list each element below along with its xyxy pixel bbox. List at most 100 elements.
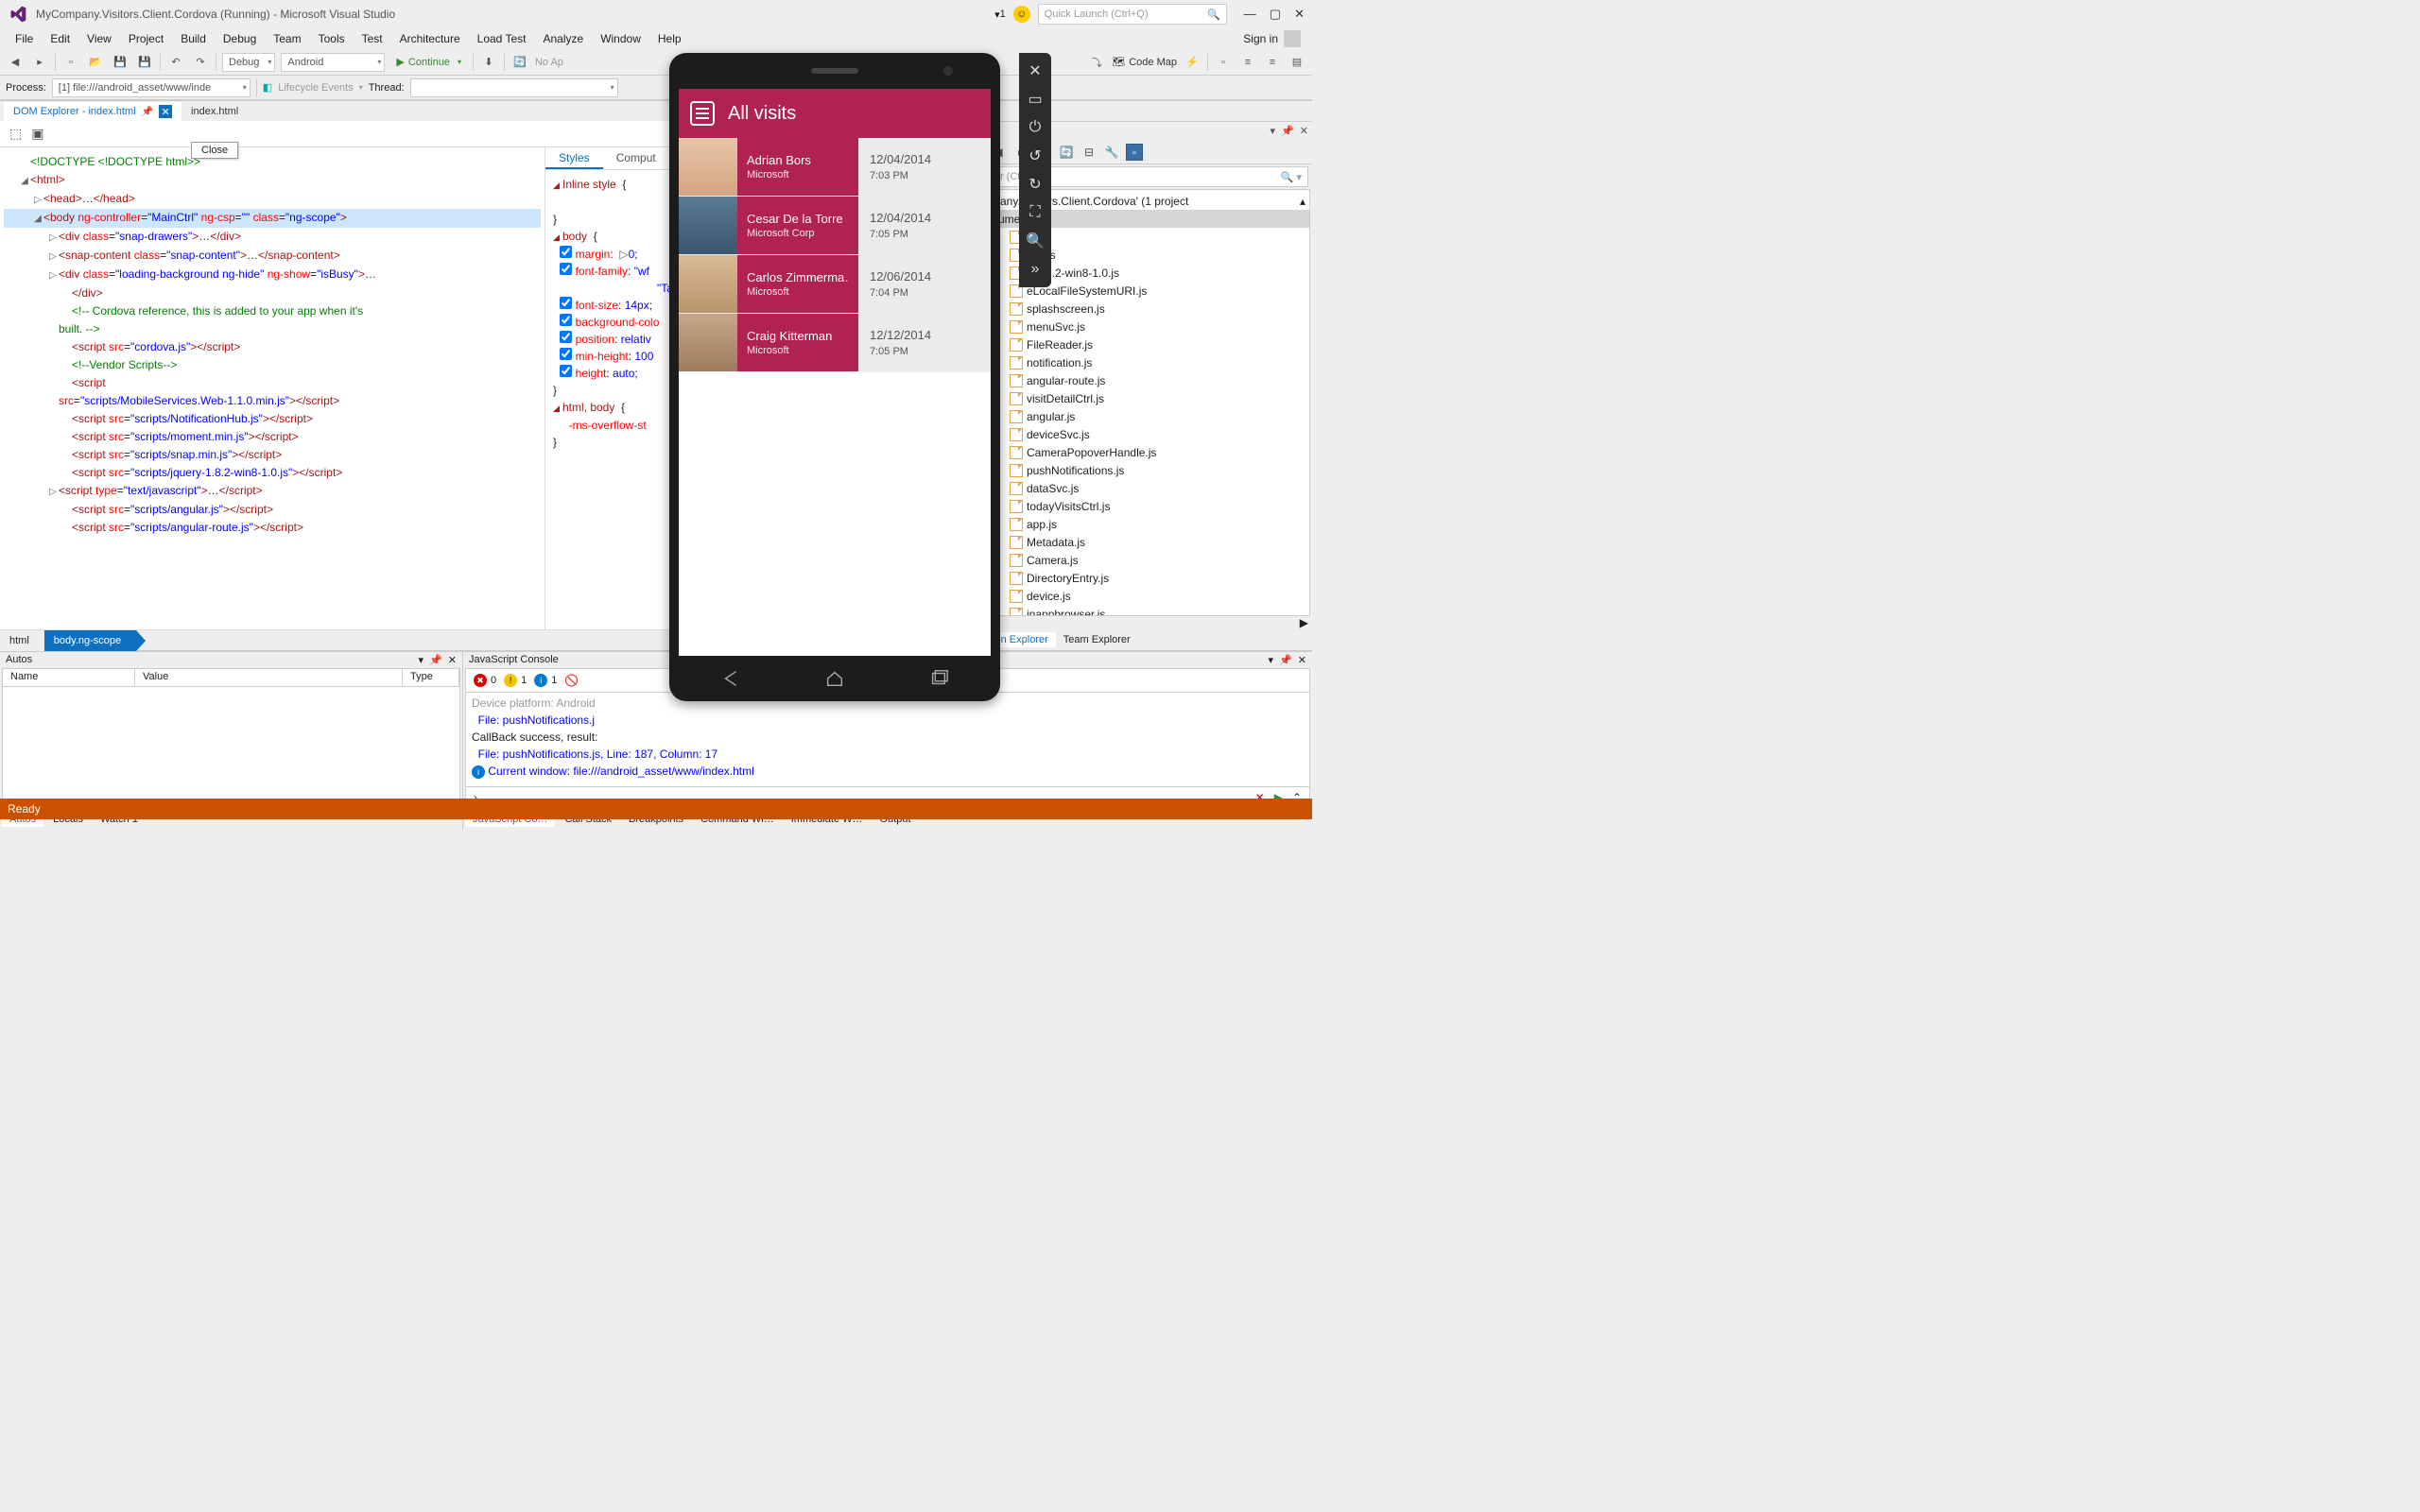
visit-row[interactable]: Cesar De la TorreMicrosoft Corp12/04/201… xyxy=(679,197,991,255)
file-item[interactable]: Camera.js xyxy=(964,551,1309,569)
file-item[interactable]: todayVisitsCtrl.js xyxy=(964,497,1309,515)
emu-zoom-icon[interactable]: 🔍 xyxy=(1019,227,1051,255)
menu-test[interactable]: Test xyxy=(354,30,390,47)
emu-rotate-left-icon[interactable]: ↺ xyxy=(1019,142,1051,170)
file-item[interactable]: app.js xyxy=(964,515,1309,533)
file-item[interactable]: pushNotifications.js xyxy=(964,461,1309,479)
select-element-icon[interactable]: ⬚ xyxy=(9,126,22,142)
autos-body[interactable] xyxy=(2,687,460,807)
emu-close-icon[interactable]: ✕ xyxy=(1019,57,1051,85)
solution-tree[interactable]: Company.Visitors.Client.Cordova' (1 proj… xyxy=(963,189,1310,616)
new-item-icon[interactable]: ▫ xyxy=(61,53,80,72)
tb-icon-4[interactable]: ≡ xyxy=(1263,53,1282,72)
file-item[interactable]: Metadata.js xyxy=(964,533,1309,551)
menu-project[interactable]: Project xyxy=(121,30,171,47)
dropdown-icon[interactable]: ▾ xyxy=(1270,125,1276,137)
file-item[interactable]: va.js xyxy=(964,228,1309,246)
quick-launch-input[interactable]: Quick Launch (Ctrl+Q)🔍 xyxy=(1038,4,1227,25)
forward-icon[interactable]: ▸ xyxy=(30,53,49,72)
emu-rotate-right-icon[interactable]: ↻ xyxy=(1019,170,1051,198)
restore-button[interactable]: ▢ xyxy=(1270,7,1281,22)
close-icon[interactable]: ✕ xyxy=(1300,125,1308,137)
sol-collapse-icon[interactable]: ⊟ xyxy=(1080,144,1098,161)
tb-icon-1[interactable]: ⚡ xyxy=(1183,53,1201,72)
scroll-right-icon[interactable]: ▶ xyxy=(1300,616,1308,629)
visit-row[interactable]: Craig KittermanMicrosoft12/12/20147:05 P… xyxy=(679,314,991,372)
file-item[interactable]: visitDetailCtrl.js xyxy=(964,389,1309,407)
info-badge[interactable]: i1 xyxy=(534,674,557,687)
continue-button[interactable]: ▶Continue▾ xyxy=(390,56,467,68)
android-emulator[interactable]: All visits Adrian BorsMicrosoft12/04/201… xyxy=(669,53,1000,701)
config-dropdown[interactable]: Debug xyxy=(222,53,275,72)
tb-icon-3[interactable]: ≡ xyxy=(1238,53,1257,72)
menu-tools[interactable]: Tools xyxy=(311,30,353,47)
warning-badge[interactable]: !1 xyxy=(504,674,527,687)
undo-icon[interactable]: ↶ xyxy=(166,53,185,72)
emu-more-icon[interactable]: » xyxy=(1019,255,1051,284)
file-item[interactable]: eLocalFileSystemURI.js xyxy=(964,282,1309,300)
notifications-flag[interactable]: ▾1 xyxy=(994,9,1006,21)
file-item[interactable]: FileReader.js xyxy=(964,335,1309,353)
menu-build[interactable]: Build xyxy=(173,30,214,47)
pin-icon[interactable]: 📌 xyxy=(429,654,442,666)
lifecycle-icon[interactable]: ◧ xyxy=(263,81,272,94)
file-item[interactable]: inappbrowser.js xyxy=(964,605,1309,616)
code-map-button[interactable]: 🗺Code Map xyxy=(1112,56,1177,68)
menu-edit[interactable]: Edit xyxy=(43,30,78,47)
step-into-icon[interactable]: ⤵ xyxy=(1087,53,1106,72)
tab-computed[interactable]: Comput xyxy=(603,147,669,169)
breadcrumb-html[interactable]: html xyxy=(0,630,44,651)
minimize-button[interactable]: — xyxy=(1244,7,1256,22)
hamburger-icon[interactable] xyxy=(690,101,715,126)
pin-icon[interactable]: 📌 xyxy=(1281,125,1294,137)
user-avatar-icon[interactable] xyxy=(1284,30,1301,47)
sol-refresh-icon[interactable]: 🔄 xyxy=(1058,144,1075,161)
menu-window[interactable]: Window xyxy=(593,30,648,47)
sol-view-icon[interactable]: ▫ xyxy=(1126,144,1143,161)
pin-icon[interactable]: 📌 xyxy=(142,107,153,117)
menu-file[interactable]: File xyxy=(8,30,41,47)
menu-analyze[interactable]: Analyze xyxy=(535,30,591,47)
open-icon[interactable]: 📂 xyxy=(86,53,105,72)
file-item[interactable]: notification.js xyxy=(964,353,1309,371)
pin-icon[interactable]: 📌 xyxy=(1279,654,1292,666)
emu-power-icon[interactable]: ⏻ xyxy=(1019,113,1051,142)
file-item[interactable]: deviceSvc.js xyxy=(964,425,1309,443)
menu-view[interactable]: View xyxy=(79,30,119,47)
back-icon[interactable] xyxy=(720,668,741,689)
emu-fit-icon[interactable]: ⛶ xyxy=(1019,198,1051,227)
tab-styles[interactable]: Styles xyxy=(545,147,603,169)
home-icon[interactable] xyxy=(824,668,845,689)
menu-loadtest[interactable]: Load Test xyxy=(470,30,534,47)
visit-row[interactable]: Adrian BorsMicrosoft12/04/20147:03 PM xyxy=(679,138,991,197)
file-item[interactable]: device.js xyxy=(964,587,1309,605)
jsc-output[interactable]: Device platform: Android File: pushNotif… xyxy=(465,693,1310,786)
file-item[interactable]: angular-route.js xyxy=(964,371,1309,389)
menu-team[interactable]: Team xyxy=(266,30,308,47)
refresh-icon[interactable]: 🔄 xyxy=(510,53,529,72)
tb-icon-2[interactable]: ▫ xyxy=(1214,53,1233,72)
dropdown-icon[interactable]: ▾ xyxy=(1269,654,1274,666)
close-button[interactable]: ✕ xyxy=(1294,7,1305,22)
sol-props-icon[interactable]: 🔧 xyxy=(1103,144,1120,161)
tab-dom-explorer[interactable]: DOM Explorer - index.html 📌 ✕ xyxy=(4,102,182,121)
emu-minimize-icon[interactable]: ▭ xyxy=(1019,85,1051,113)
thread-dropdown[interactable] xyxy=(410,78,618,97)
layout-icon[interactable]: ▣ xyxy=(31,126,43,142)
process-dropdown[interactable]: [1] file:///android_asset/www/inde xyxy=(52,78,251,97)
close-tab-icon[interactable]: ✕ xyxy=(159,105,172,118)
file-item[interactable]: angular.js xyxy=(964,407,1309,425)
menu-debug[interactable]: Debug xyxy=(216,30,264,47)
phone-screen[interactable]: All visits Adrian BorsMicrosoft12/04/201… xyxy=(679,89,991,656)
folder-documents[interactable]: cuments xyxy=(964,210,1309,228)
close-icon[interactable]: ✕ xyxy=(1298,654,1306,666)
redo-icon[interactable]: ↷ xyxy=(191,53,210,72)
file-item[interactable]: y-1.8.2-win8-1.0.js xyxy=(964,264,1309,282)
file-item[interactable]: menuSvc.js xyxy=(964,318,1309,335)
save-icon[interactable]: 💾 xyxy=(111,53,130,72)
menu-help[interactable]: Help xyxy=(650,30,689,47)
platform-dropdown[interactable]: Android xyxy=(281,53,385,72)
save-all-icon[interactable]: 💾 xyxy=(135,53,154,72)
dropdown-icon[interactable]: ▾ xyxy=(419,654,424,666)
recents-icon[interactable] xyxy=(928,668,949,689)
